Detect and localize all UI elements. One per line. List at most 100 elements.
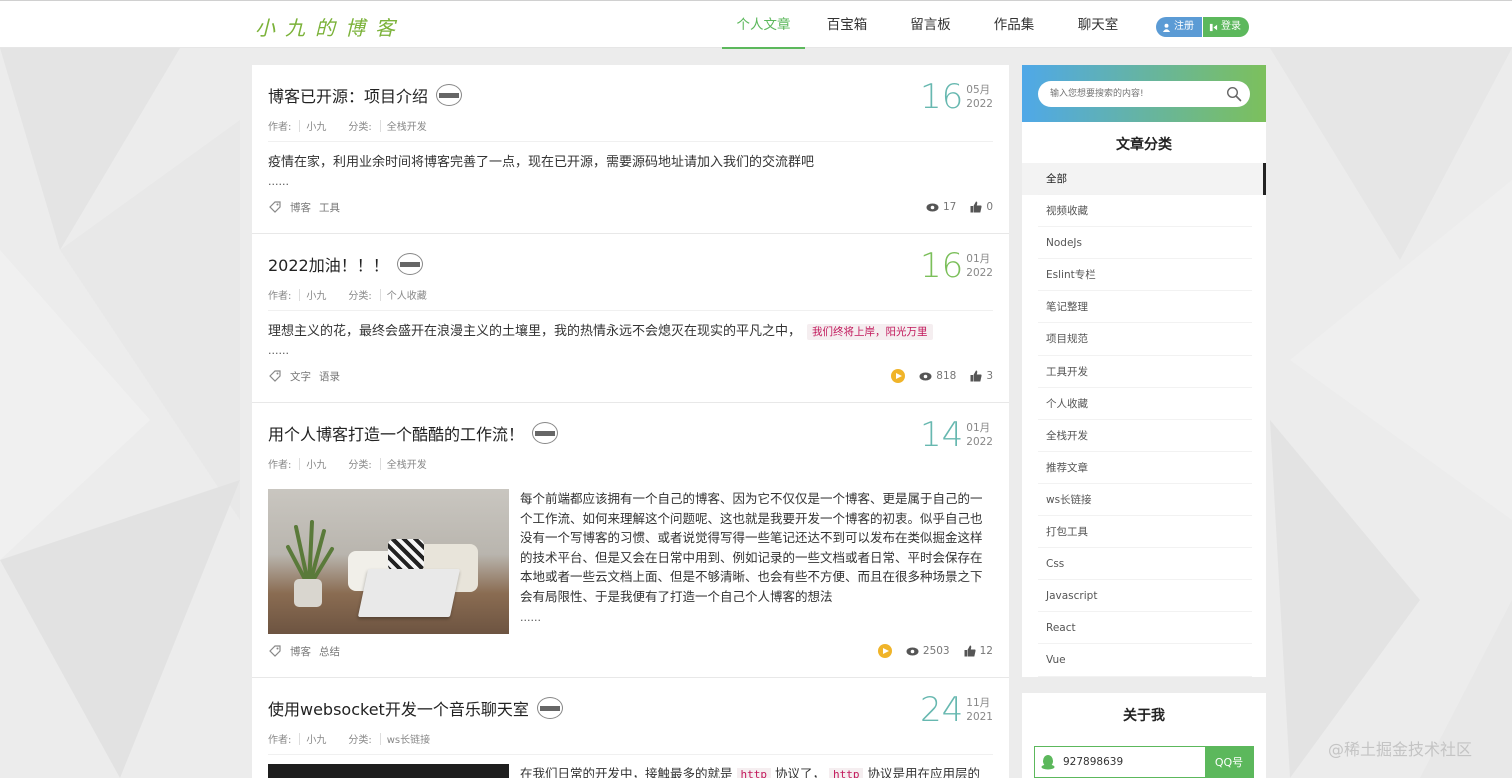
login-icon xyxy=(1209,23,1218,31)
article-summary: 疫情在家，利用业余时间将博客完善了一点，现在已开源，需要源码地址请加入我们的交流… xyxy=(268,155,815,170)
category-name[interactable]: 全栈开发 xyxy=(387,456,427,471)
author-label: 作者: xyxy=(268,291,292,302)
eye-icon xyxy=(926,203,939,211)
summary-text: 协议了， xyxy=(774,766,825,778)
date-year: 2022 xyxy=(966,267,993,279)
original-stamp-icon xyxy=(436,84,463,106)
author-name[interactable]: 小九 xyxy=(306,731,326,746)
author-name[interactable]: 小九 xyxy=(306,287,326,302)
category-name[interactable]: ws长链接 xyxy=(387,731,430,746)
author-name[interactable]: 小九 xyxy=(306,456,326,471)
article-title-row[interactable]: 用个人博客打造一个酷酷的工作流！ xyxy=(268,421,559,445)
article-summary: 理想主义的花，最终会盛开在浪漫主义的土壤里，我的热情永远不会熄灭在现实的平凡之中… xyxy=(268,322,988,342)
auth-buttons: 注册 登录 xyxy=(1156,17,1249,37)
summary-ellipsis: ...... xyxy=(268,344,289,357)
article-card[interactable]: 使用websocket开发一个音乐聊天室 24 11月 2021 作者: 小九 分… xyxy=(252,678,1009,778)
category-item[interactable]: 个人收藏 xyxy=(1022,388,1266,420)
author-label: 作者: xyxy=(268,735,292,746)
category-item[interactable]: React xyxy=(1022,612,1266,645)
category-item[interactable]: 全部 xyxy=(1022,163,1266,196)
thumb-up-icon[interactable] xyxy=(970,370,982,382)
about-title: 关于我 xyxy=(1123,708,1165,724)
eye-icon xyxy=(906,647,919,655)
tag[interactable]: 总结 xyxy=(319,644,340,659)
tag-icon xyxy=(269,370,281,382)
login-button[interactable]: 登录 xyxy=(1202,17,1249,37)
about-panel: 关于我 927898639 QQ号 xyxy=(1022,693,1266,778)
article-date: 16 01月 2022 xyxy=(920,248,993,284)
qq-button[interactable]: QQ号 xyxy=(1205,747,1253,777)
summary-text: 协议是用在应用层的 xyxy=(867,766,980,778)
author-name[interactable]: 小九 xyxy=(306,118,326,133)
play-icon[interactable] xyxy=(891,369,906,383)
date-day: 24 xyxy=(920,690,964,730)
article-title[interactable]: 使用websocket开发一个音乐聊天室 xyxy=(268,696,529,720)
category-item[interactable]: NodeJs xyxy=(1022,227,1266,260)
category-item[interactable]: Javascript xyxy=(1022,580,1266,613)
nav-chatroom[interactable]: 聊天室 xyxy=(1056,1,1140,49)
thumb-up-icon[interactable] xyxy=(970,201,982,213)
tag[interactable]: 工具 xyxy=(319,200,340,215)
article-title[interactable]: 2022加油！！！ xyxy=(268,252,389,276)
thumb-up-icon[interactable] xyxy=(964,645,976,657)
summary-text: 在我们日常的开发中，接触最多的就是 xyxy=(520,766,733,778)
category-item[interactable]: 项目规范 xyxy=(1022,323,1266,356)
main-nav: 个人文章 百宝箱 留言板 作品集 聊天室 xyxy=(722,1,1140,49)
category-item[interactable]: Eslint专栏 xyxy=(1022,259,1266,292)
qq-number: 927898639 xyxy=(1063,756,1124,768)
nav-portfolio[interactable]: 作品集 xyxy=(972,1,1056,49)
article-meta: 作者: 小九 分类: 全栈开发 xyxy=(268,456,427,471)
register-button[interactable]: 注册 xyxy=(1156,17,1202,37)
search-panel xyxy=(1022,65,1266,122)
category-item[interactable]: Css xyxy=(1022,548,1266,581)
category-label: 分类: xyxy=(348,122,372,133)
category-item[interactable]: 全栈开发 xyxy=(1022,420,1266,452)
article-thumbnail[interactable] xyxy=(268,764,509,778)
article-footer: 博客 总结 2503 12 xyxy=(268,643,993,659)
tag[interactable]: 博客 xyxy=(290,200,311,215)
date-day: 14 xyxy=(920,415,964,455)
view-count: 818 xyxy=(936,370,957,382)
tag[interactable]: 博客 xyxy=(290,644,311,659)
search-input[interactable] xyxy=(1038,81,1250,107)
article-card[interactable]: 用个人博客打造一个酷酷的工作流！ 14 01月 2022 作者: 小九 分类: 全… xyxy=(252,403,1009,678)
category-label: 分类: xyxy=(348,735,372,746)
article-title[interactable]: 博客已开源：项目介绍 xyxy=(268,83,428,107)
tag[interactable]: 语录 xyxy=(319,369,340,384)
article-title-row[interactable]: 2022加油！！！ xyxy=(268,252,423,276)
category-item[interactable]: 打包工具 xyxy=(1022,516,1266,549)
nav-toolbox[interactable]: 百宝箱 xyxy=(805,1,889,49)
article-meta: 作者: 小九 分类: ws长链接 xyxy=(268,731,430,746)
category-name[interactable]: 个人收藏 xyxy=(387,287,427,302)
article-card[interactable]: 博客已开源：项目介绍 16 05月 2022 作者: 小九 分类: 全栈开发 疫情… xyxy=(252,65,1009,234)
article-footer: 文字 语录 818 3 xyxy=(268,368,993,384)
tag-icon xyxy=(269,645,281,657)
article-title-row[interactable]: 使用websocket开发一个音乐聊天室 xyxy=(268,696,563,720)
article-card[interactable]: 2022加油！！！ 16 01月 2022 作者: 小九 分类: 个人收藏 理想主… xyxy=(252,234,1009,403)
original-stamp-icon xyxy=(532,422,559,444)
article-thumbnail[interactable] xyxy=(268,489,509,634)
tag[interactable]: 文字 xyxy=(290,369,311,384)
date-month: 05月 xyxy=(966,84,991,96)
category-name[interactable]: 全栈开发 xyxy=(387,118,427,133)
category-item[interactable]: ws长链接 xyxy=(1022,484,1266,517)
article-title[interactable]: 用个人博客打造一个酷酷的工作流！ xyxy=(268,421,524,445)
site-logo[interactable]: 小九的博客 xyxy=(255,12,405,41)
register-label: 注册 xyxy=(1174,21,1194,32)
category-item[interactable]: 推荐文章 xyxy=(1022,452,1266,485)
category-item[interactable]: 笔记整理 xyxy=(1022,291,1266,324)
play-icon[interactable] xyxy=(877,644,892,658)
watermark: @稀土掘金技术社区 xyxy=(1328,740,1473,759)
category-title: 文章分类 xyxy=(1116,137,1172,153)
category-item[interactable]: 视频收藏 xyxy=(1022,195,1266,228)
category-item[interactable]: 工具开发 xyxy=(1022,356,1266,388)
nav-personal-articles[interactable]: 个人文章 xyxy=(722,1,805,49)
article-title-row[interactable]: 博客已开源：项目介绍 xyxy=(268,83,463,107)
highlight-quote: 我们终将上岸，阳光万里 xyxy=(807,324,933,340)
like-count: 12 xyxy=(979,645,993,657)
search-icon[interactable] xyxy=(1226,86,1242,102)
summary-ellipsis: ...... xyxy=(268,175,289,188)
nav-message-board[interactable]: 留言板 xyxy=(889,1,972,49)
author-label: 作者: xyxy=(268,122,292,133)
category-item[interactable]: Vue xyxy=(1022,644,1266,677)
